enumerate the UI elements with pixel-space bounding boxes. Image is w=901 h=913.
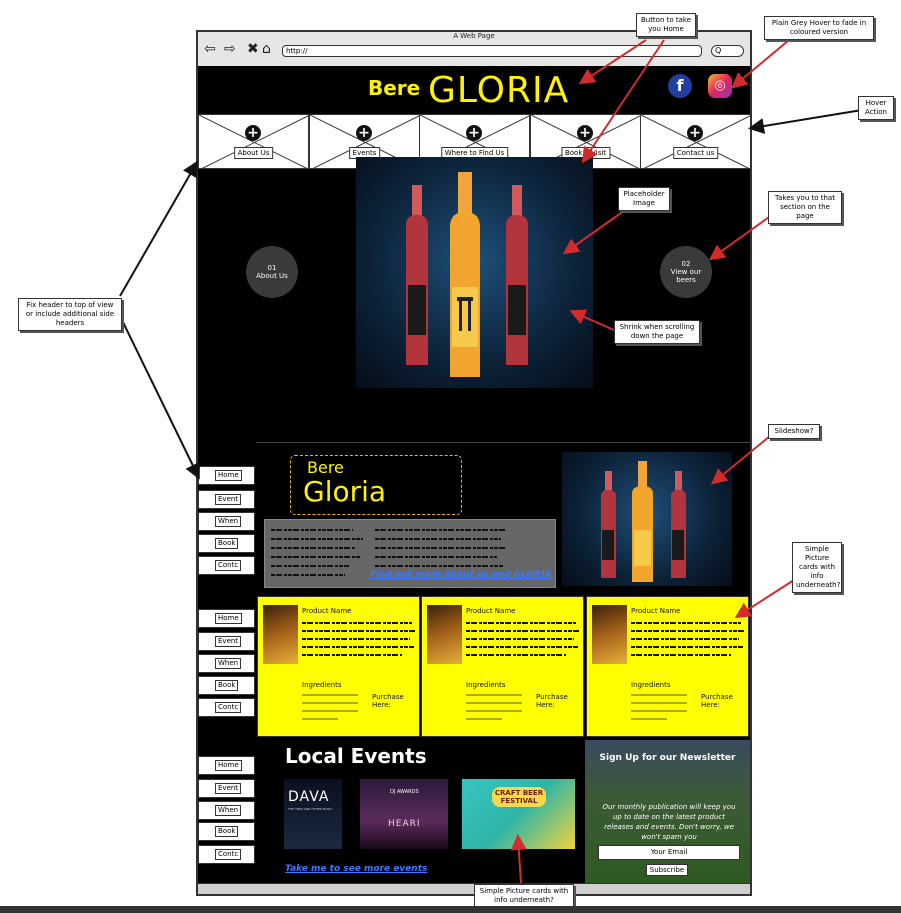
- annotation-hover-fade: Plain Grey Hover to fade in coloured ver…: [764, 16, 874, 40]
- annotation-hover-action: Hover Action: [858, 96, 894, 120]
- taskbar-strip: [0, 906, 901, 913]
- annotation-slideshow: Slideshow?: [768, 424, 820, 439]
- annotation-fix-header: Fix header to top of view or include add…: [18, 298, 122, 331]
- annotation-events-cards: Simple Picture cards with info underneat…: [474, 884, 574, 908]
- annotation-cards-info: Simple Picture cards with info underneat…: [792, 542, 842, 593]
- annotation-placeholder-image: Placeholder Image: [618, 187, 670, 211]
- annotation-section-link: Takes you to that section on the page: [768, 191, 842, 224]
- annotation-home-button: Button to take you Home: [636, 13, 696, 37]
- annotation-shrink: Shrink when scrolling down the page: [614, 320, 700, 344]
- annotation-arrows: [119, 39, 863, 884]
